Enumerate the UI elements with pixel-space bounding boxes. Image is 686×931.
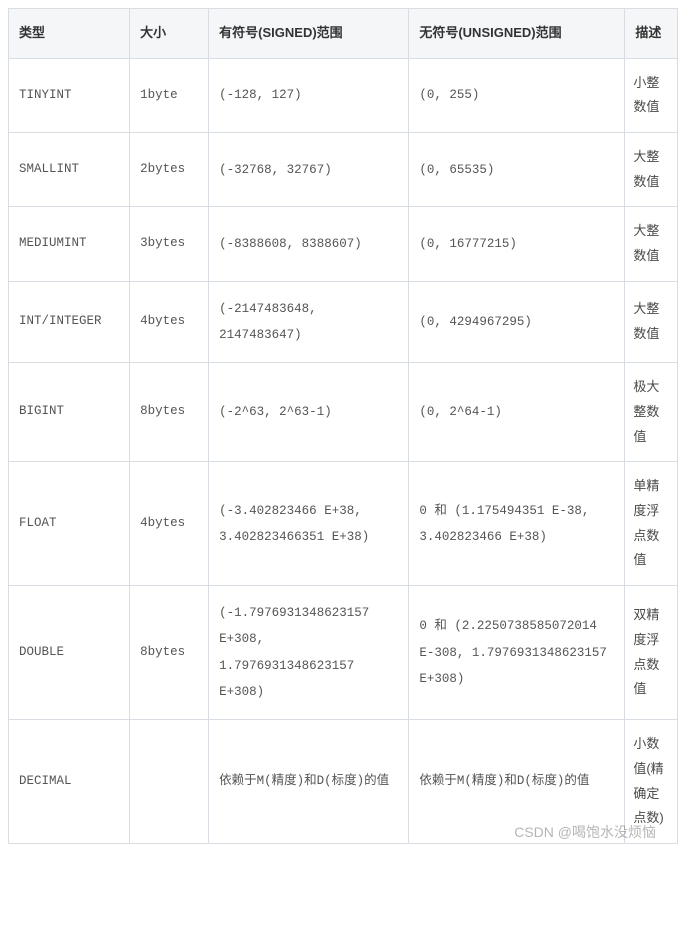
cell-signed: (-128, 127) [209, 58, 409, 132]
cell-type: BIGINT [9, 363, 130, 462]
cell-size: 4bytes [130, 281, 209, 363]
cell-unsigned: (0, 2^64-1) [409, 363, 625, 462]
cell-size: 8bytes [130, 363, 209, 462]
table-row: DECIMAL 依赖于M(精度)和D(标度)的值 依赖于M(精度)和D(标度)的… [9, 720, 678, 844]
table-row: DOUBLE 8bytes (-1.7976931348623157 E+308… [9, 586, 678, 720]
cell-size: 1byte [130, 58, 209, 132]
cell-type: FLOAT [9, 462, 130, 586]
cell-unsigned: 依赖于M(精度)和D(标度)的值 [409, 720, 625, 844]
table-row: MEDIUMINT 3bytes (-8388608, 8388607) (0,… [9, 207, 678, 281]
cell-type: DECIMAL [9, 720, 130, 844]
cell-unsigned: (0, 16777215) [409, 207, 625, 281]
cell-signed: (-2147483648, 2147483647) [209, 281, 409, 363]
cell-unsigned: 0 和 (1.175494351 E-38, 3.402823466 E+38) [409, 462, 625, 586]
cell-signed: (-32768, 32767) [209, 133, 409, 207]
header-unsigned: 无符号(UNSIGNED)范围 [409, 9, 625, 59]
cell-signed: (-3.402823466 E+38, 3.402823466351 E+38) [209, 462, 409, 586]
header-desc: 描述 [625, 9, 678, 59]
cell-unsigned: 0 和 (2.2250738585072014 E-308, 1.7976931… [409, 586, 625, 720]
cell-signed: 依赖于M(精度)和D(标度)的值 [209, 720, 409, 844]
cell-desc: 大整数值 [625, 133, 678, 207]
cell-size: 3bytes [130, 207, 209, 281]
cell-unsigned: (0, 4294967295) [409, 281, 625, 363]
table-row: TINYINT 1byte (-128, 127) (0, 255) 小整数值 [9, 58, 678, 132]
table-row: SMALLINT 2bytes (-32768, 32767) (0, 6553… [9, 133, 678, 207]
data-types-table: 类型 大小 有符号(SIGNED)范围 无符号(UNSIGNED)范围 描述 T… [8, 8, 678, 844]
cell-signed: (-1.7976931348623157 E+308, 1.7976931348… [209, 586, 409, 720]
cell-unsigned: (0, 65535) [409, 133, 625, 207]
cell-desc: 双精度浮点数值 [625, 586, 678, 720]
cell-desc: 极大整数值 [625, 363, 678, 462]
cell-desc: 小整数值 [625, 58, 678, 132]
cell-desc: 小数值(精确定点数) [625, 720, 678, 844]
header-type: 类型 [9, 9, 130, 59]
table-row: BIGINT 8bytes (-2^63, 2^63-1) (0, 2^64-1… [9, 363, 678, 462]
table-row: INT/INTEGER 4bytes (-2147483648, 2147483… [9, 281, 678, 363]
cell-desc: 大整数值 [625, 207, 678, 281]
cell-unsigned: (0, 255) [409, 58, 625, 132]
header-signed: 有符号(SIGNED)范围 [209, 9, 409, 59]
cell-size [130, 720, 209, 844]
cell-size: 4bytes [130, 462, 209, 586]
table-body: TINYINT 1byte (-128, 127) (0, 255) 小整数值 … [9, 58, 678, 843]
cell-type: INT/INTEGER [9, 281, 130, 363]
cell-size: 2bytes [130, 133, 209, 207]
cell-type: SMALLINT [9, 133, 130, 207]
header-size: 大小 [130, 9, 209, 59]
cell-signed: (-2^63, 2^63-1) [209, 363, 409, 462]
cell-type: TINYINT [9, 58, 130, 132]
table-header-row: 类型 大小 有符号(SIGNED)范围 无符号(UNSIGNED)范围 描述 [9, 9, 678, 59]
table-row: FLOAT 4bytes (-3.402823466 E+38, 3.40282… [9, 462, 678, 586]
cell-type: DOUBLE [9, 586, 130, 720]
cell-desc: 单精度浮点数值 [625, 462, 678, 586]
cell-type: MEDIUMINT [9, 207, 130, 281]
cell-size: 8bytes [130, 586, 209, 720]
cell-signed: (-8388608, 8388607) [209, 207, 409, 281]
cell-desc: 大整数值 [625, 281, 678, 363]
